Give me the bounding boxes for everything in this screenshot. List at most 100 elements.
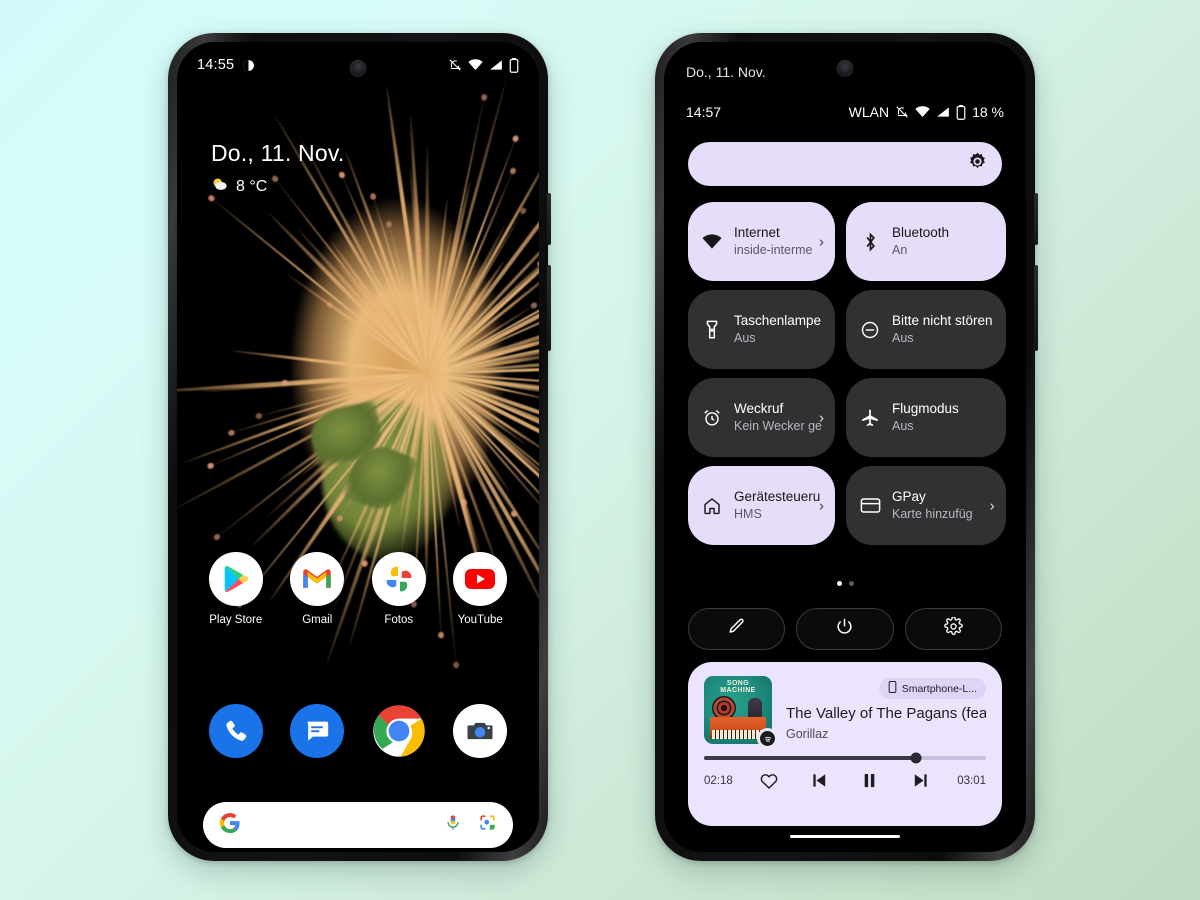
edit-tiles-button[interactable] (688, 608, 786, 650)
qs-date: Do., 11. Nov. (686, 64, 766, 80)
playback-progress-slider[interactable] (704, 752, 986, 764)
transport-controls (738, 770, 952, 791)
power-side-button[interactable] (1034, 193, 1038, 245)
qs-tile-text: Flugmodus Aus (892, 400, 959, 435)
youtube-icon (453, 552, 508, 606)
song-artist: Gorillaz (786, 727, 829, 741)
wifi-icon (468, 59, 483, 71)
front-camera-punch-hole (349, 60, 367, 77)
chevron-right-icon[interactable]: › (819, 409, 824, 426)
qs-tile-bluetooth[interactable]: Bluetooth An (846, 202, 1006, 281)
volume-side-button[interactable] (1034, 265, 1038, 351)
widget-temperature: 8 °C (236, 178, 268, 195)
app-row-primary: Play Store Gmail Fotos YouTube (177, 552, 539, 626)
widget-weather: 8 °C (211, 176, 344, 198)
phone-left: 14:55 Do., 11. Nov. 8 °C Play Store Gmai… (168, 33, 551, 861)
qs-tile-subtitle: Karte hinzufüg (892, 507, 973, 522)
chevron-right-icon[interactable]: › (819, 497, 824, 514)
quick-settings-root: Do., 11. Nov. 14:57 WLAN 18 % Internet i… (664, 42, 1026, 852)
qs-tile-taschenlampe[interactable]: Taschenlampe Aus (688, 290, 836, 369)
qs-tile-text: GPay Karte hinzufüg (892, 488, 973, 523)
page-dot[interactable] (848, 581, 854, 586)
page-indicator[interactable] (664, 581, 1026, 586)
qs-tile-ger-testeueru[interactable]: Gerätesteueru HMS › (688, 466, 836, 545)
app-fotos[interactable]: Fotos (361, 552, 437, 626)
volume-side-button[interactable] (547, 265, 551, 351)
camera-icon (453, 704, 508, 758)
favorite-heart-icon[interactable] (759, 771, 779, 791)
messages-icon (290, 704, 345, 758)
qs-tile-internet[interactable]: Internet inside-interme › (688, 202, 836, 281)
qs-tile-title: Internet (734, 224, 780, 240)
app-camera[interactable] (442, 704, 518, 766)
flashlight-icon (701, 320, 723, 340)
progress-fill (704, 756, 916, 760)
spotify-icon (757, 728, 778, 749)
progress-knob[interactable] (910, 752, 921, 764)
google-g-icon (219, 812, 241, 839)
app-play-store[interactable]: Play Store (198, 552, 274, 626)
qs-tile-subtitle: HMS (734, 507, 762, 522)
ringer-off-icon (448, 58, 462, 72)
qs-tile-subtitle: inside-interme (734, 243, 813, 258)
wifi-icon (701, 233, 723, 250)
app-youtube[interactable]: YouTube (442, 552, 518, 626)
app-label: Play Store (209, 614, 263, 626)
qs-tile-subtitle: An (892, 243, 908, 258)
credit-card-icon (859, 497, 881, 514)
phone-right: Do., 11. Nov. 14:57 WLAN 18 % Internet i… (655, 33, 1038, 861)
qs-tile-gpay[interactable]: GPay Karte hinzufüg › (846, 466, 1006, 545)
app-label: Gmail (302, 614, 333, 626)
signal-icon (936, 106, 950, 118)
play-store-icon (208, 552, 263, 606)
qs-tile-flugmodus[interactable]: Flugmodus Aus (846, 378, 1006, 457)
widget-date: Do., 11. Nov. (211, 140, 345, 166)
power-button[interactable] (796, 608, 894, 650)
app-messages[interactable] (279, 704, 355, 766)
page-dot[interactable] (836, 581, 842, 586)
qs-tile-weckruf[interactable]: Weckruf Kein Wecker ge › (688, 378, 836, 457)
media-metadata: Smartphone-L... The Valley of The Pagans… (786, 676, 986, 744)
qs-tile-title: Bluetooth (892, 224, 950, 240)
qs-tile-subtitle: Aus (892, 419, 914, 434)
settings-button[interactable] (904, 608, 1002, 650)
total-duration: 03:01 (957, 774, 986, 787)
chevron-right-icon[interactable]: › (819, 233, 824, 250)
chrome-icon (372, 704, 426, 758)
gmail-icon (290, 552, 345, 606)
quick-settings-tiles: Internet inside-interme › Bluetooth An Tasche… (688, 202, 1006, 545)
elapsed-time: 02:18 (704, 774, 733, 787)
previous-track-icon[interactable] (809, 770, 830, 791)
notification-dot-icon (242, 59, 255, 72)
media-player-card[interactable]: SONG MACHINE Smartphone-L... The Valley … (688, 662, 1002, 826)
app-phone[interactable] (198, 704, 274, 766)
app-label: YouTube (457, 614, 503, 626)
power-side-button[interactable] (547, 193, 551, 245)
output-device-chip[interactable]: Smartphone-L... (878, 678, 986, 699)
gesture-nav-bar[interactable] (790, 834, 900, 838)
qs-tile-bitte-nicht-st-ren[interactable]: Bitte nicht stören Aus (846, 290, 1006, 369)
google-search-bar[interactable] (203, 802, 513, 848)
chevron-right-icon[interactable]: › (990, 497, 995, 514)
edit-pencil-icon (727, 617, 746, 641)
gesture-nav-bar[interactable] (303, 834, 413, 838)
power-icon (835, 617, 854, 641)
clock-weather-widget[interactable]: Do., 11. Nov. 8 °C (211, 140, 344, 198)
app-chrome[interactable] (361, 704, 437, 766)
next-track-icon[interactable] (910, 770, 931, 791)
qs-tile-title: Weckruf (734, 400, 784, 416)
media-transport-row: 02:18 03:01 (704, 770, 986, 791)
google-lens-icon[interactable] (478, 813, 497, 837)
microphone-icon[interactable] (444, 814, 462, 837)
airplane-icon (859, 408, 881, 428)
battery-icon (509, 57, 519, 73)
album-art[interactable]: SONG MACHINE (704, 676, 778, 749)
qs-tile-title: Bitte nicht stören (892, 312, 993, 328)
app-gmail[interactable]: Gmail (279, 552, 355, 626)
album-art-title: SONG MACHINE (720, 680, 756, 695)
status-time: 14:55 (197, 57, 235, 73)
wifi-icon (915, 106, 930, 118)
pause-icon[interactable] (859, 770, 880, 791)
brightness-slider[interactable] (688, 142, 1002, 186)
left-screen: 14:55 Do., 11. Nov. 8 °C Play Store Gmai… (177, 42, 539, 852)
